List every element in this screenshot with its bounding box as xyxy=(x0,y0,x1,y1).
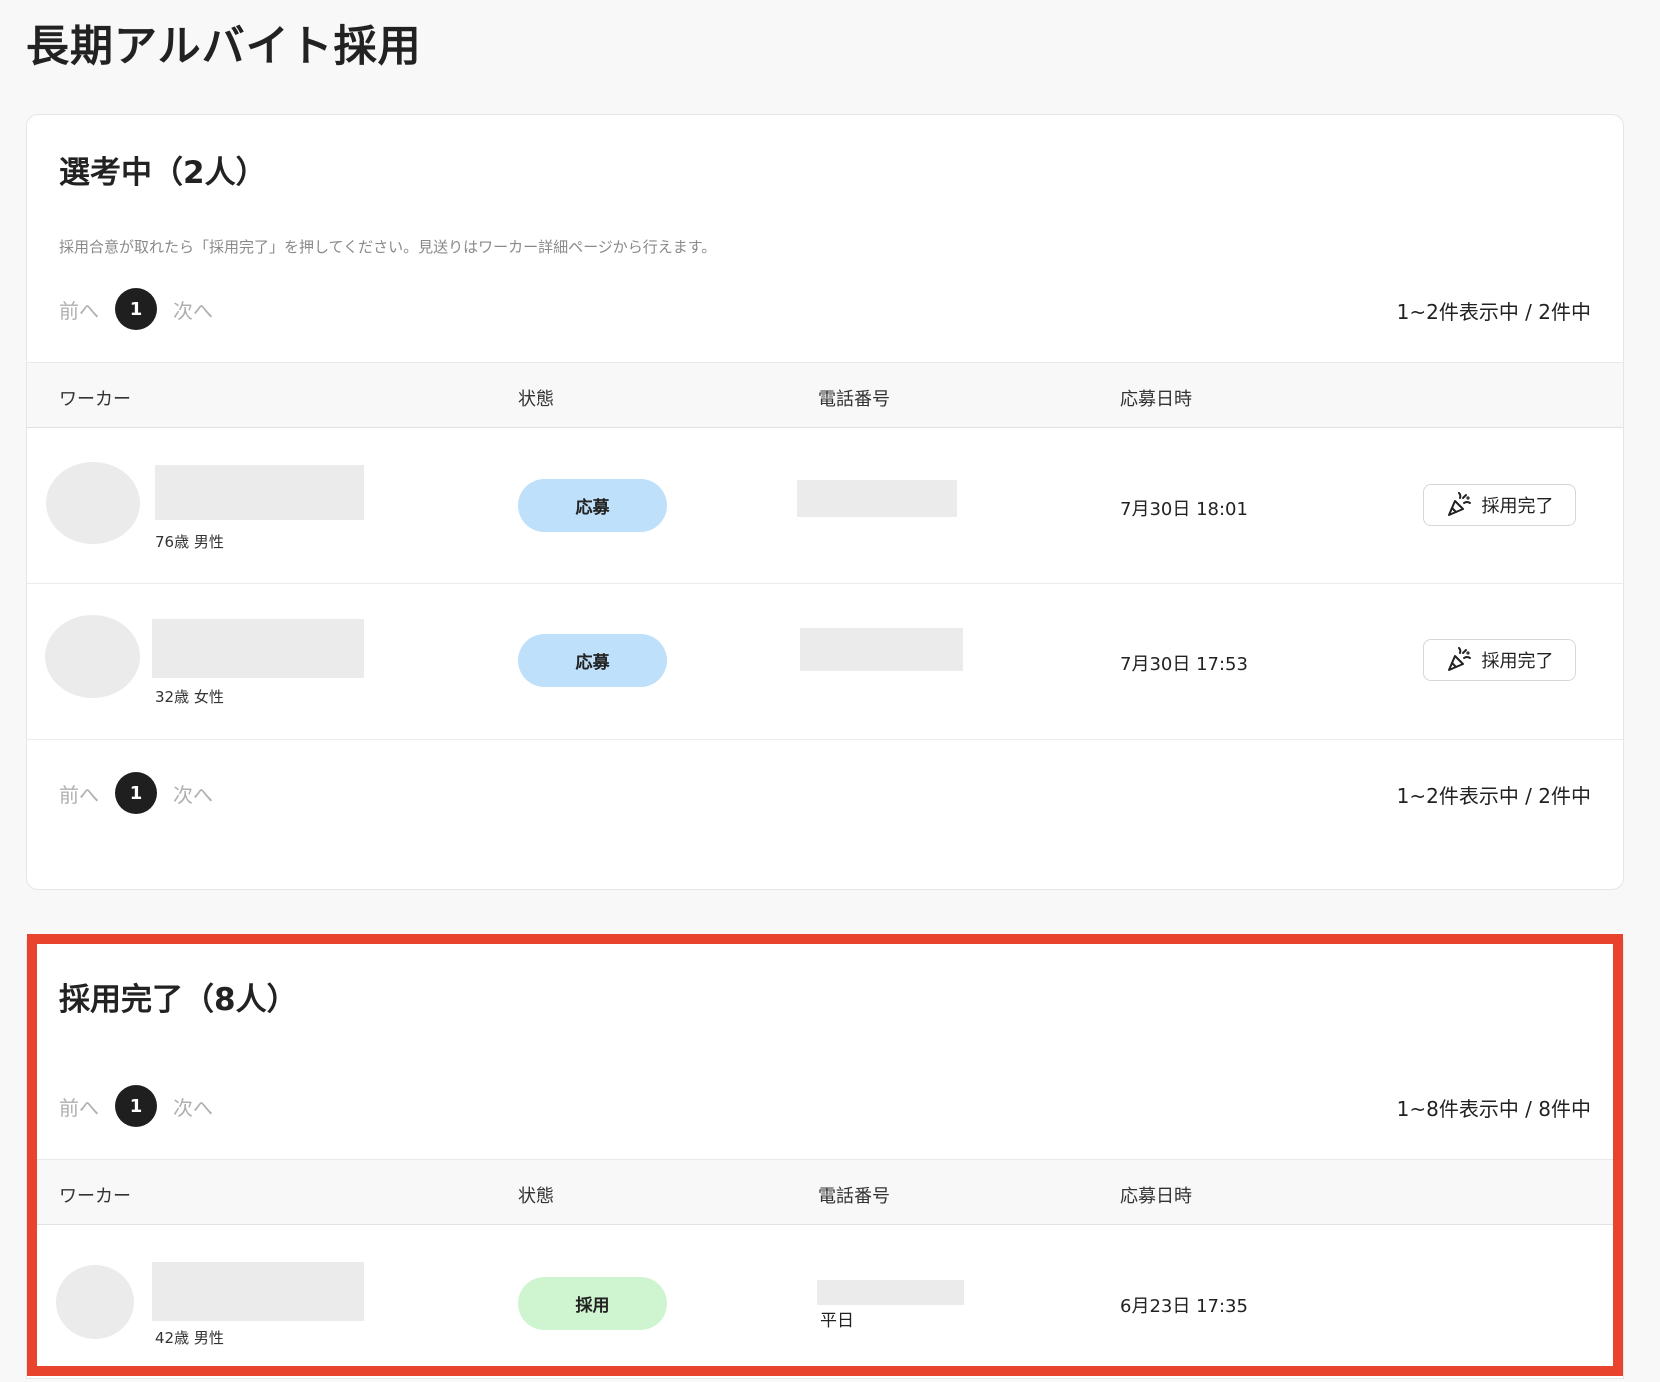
col-status: 状態 xyxy=(518,1186,554,1207)
prev-page-link[interactable]: 前へ xyxy=(59,295,99,324)
applied-date: 6月23日 17:35 xyxy=(1120,1296,1248,1317)
phone-redacted xyxy=(800,628,963,671)
applied-date: 7月30日 18:01 xyxy=(1120,499,1248,520)
next-page-link[interactable]: 次へ xyxy=(173,779,213,808)
prev-page-link[interactable]: 前へ xyxy=(59,1092,99,1121)
avatar xyxy=(46,462,140,544)
hire-complete-button[interactable]: 採用完了 xyxy=(1423,639,1576,681)
applied-date: 7月30日 17:53 xyxy=(1120,654,1248,675)
table-row[interactable]: 76歳 男性 応募 7月30日 18:01 採用完了 xyxy=(27,428,1623,584)
hired-count-top: 1~8件表示中 / 8件中 xyxy=(1396,1097,1591,1121)
party-popper-icon xyxy=(1447,647,1471,671)
page-1-button[interactable]: 1 xyxy=(115,1085,157,1127)
col-worker: ワーカー xyxy=(59,1186,131,1207)
col-worker: ワーカー xyxy=(59,389,131,410)
hire-complete-label: 採用完了 xyxy=(1481,496,1554,517)
selecting-pager-top: 前へ 1 次へ xyxy=(59,288,213,330)
selecting-title: 選考中（2人） xyxy=(59,155,267,191)
phone-redacted xyxy=(797,480,957,517)
status-badge: 応募 xyxy=(518,634,667,687)
hire-complete-button[interactable]: 採用完了 xyxy=(1423,484,1576,526)
col-date: 応募日時 xyxy=(1120,1186,1192,1207)
col-phone: 電話番号 xyxy=(818,1186,890,1207)
status-badge: 応募 xyxy=(518,479,667,532)
phone-note: 平日 xyxy=(820,1311,854,1331)
page-1-button[interactable]: 1 xyxy=(115,772,157,814)
worker-meta: 76歳 男性 xyxy=(155,533,224,551)
hired-title: 採用完了（8人） xyxy=(59,982,298,1018)
worker-meta: 42歳 男性 xyxy=(155,1329,224,1347)
worker-name-redacted xyxy=(152,1262,364,1321)
party-popper-icon xyxy=(1447,492,1471,516)
col-phone: 電話番号 xyxy=(818,389,890,410)
worker-meta: 32歳 女性 xyxy=(155,688,224,706)
col-status: 状態 xyxy=(518,389,554,410)
col-date: 応募日時 xyxy=(1120,389,1192,410)
hire-complete-label: 採用完了 xyxy=(1481,651,1554,672)
table-row[interactable]: 42歳 男性 採用 平日 6月23日 17:35 xyxy=(27,1225,1623,1381)
selecting-section: 選考中（2人） 採用合意が取れたら「採用完了」を押してください。見送りはワーカー… xyxy=(26,114,1624,890)
selecting-pager-bottom: 前へ 1 次へ xyxy=(59,772,213,814)
avatar xyxy=(56,1265,134,1339)
next-page-link[interactable]: 次へ xyxy=(173,1092,213,1121)
worker-name-redacted xyxy=(155,465,364,520)
prev-page-link[interactable]: 前へ xyxy=(59,779,99,808)
page-title: 長期アルバイト採用 xyxy=(26,22,422,72)
table-row[interactable]: 32歳 女性 応募 7月30日 17:53 採用完了 xyxy=(27,584,1623,740)
page-1-button[interactable]: 1 xyxy=(115,288,157,330)
selecting-count-top: 1~2件表示中 / 2件中 xyxy=(1396,300,1591,324)
selecting-table-header: ワーカー 状態 電話番号 応募日時 xyxy=(27,362,1623,428)
phone-redacted xyxy=(817,1280,964,1305)
hired-table-header: ワーカー 状態 電話番号 応募日時 xyxy=(27,1159,1623,1225)
selecting-hint: 採用合意が取れたら「採用完了」を押してください。見送りはワーカー詳細ページから行… xyxy=(59,238,717,256)
worker-name-redacted xyxy=(152,619,364,678)
selecting-count-bottom: 1~2件表示中 / 2件中 xyxy=(1396,784,1591,808)
next-page-link[interactable]: 次へ xyxy=(173,295,213,324)
status-badge: 採用 xyxy=(518,1277,667,1330)
hired-section: 採用完了（8人） 前へ 1 次へ 1~8件表示中 / 8件中 ワーカー 状態 電… xyxy=(26,939,1624,1379)
hired-pager-top: 前へ 1 次へ xyxy=(59,1085,213,1127)
avatar xyxy=(45,615,140,698)
